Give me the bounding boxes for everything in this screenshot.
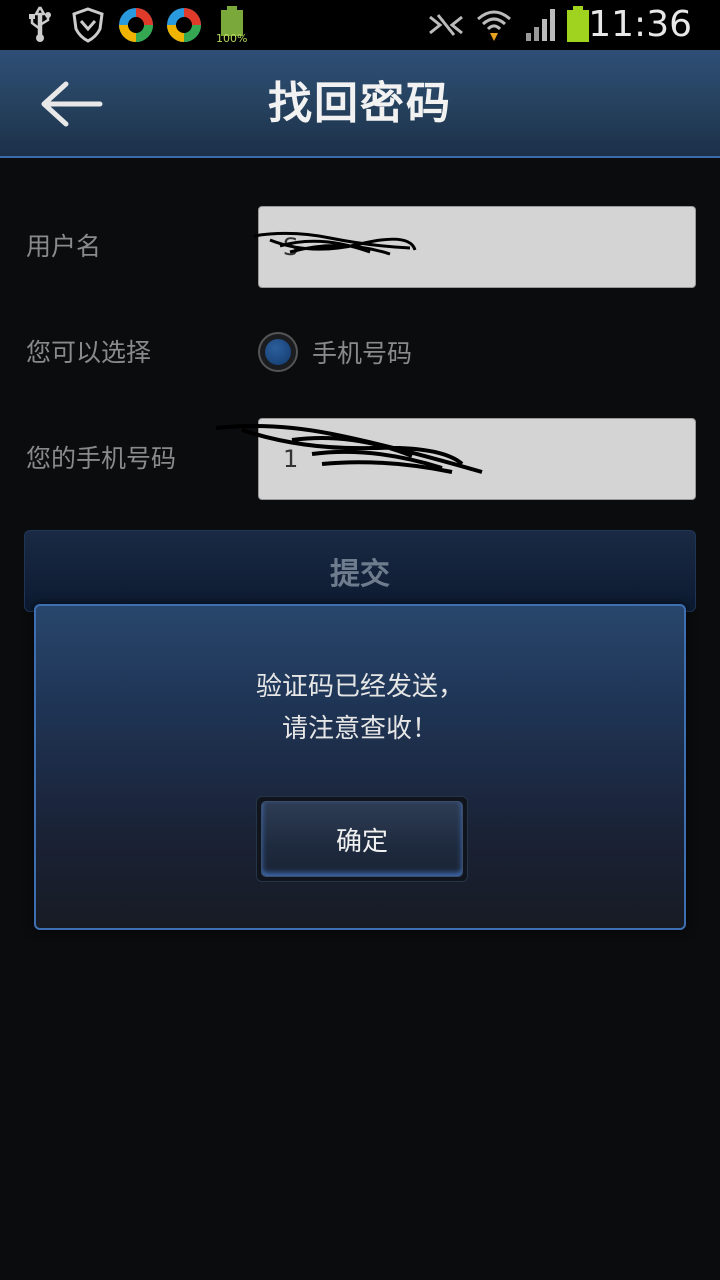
alert-dialog: 验证码已经发送， 请注意查收！ 确定 [34,604,686,930]
username-value: S [283,233,299,261]
phone-radio-option[interactable]: 手机号码 [258,332,412,372]
page-title: 找回密码 [268,78,452,129]
dialog-message: 验证码已经发送， 请注意查收！ [36,666,684,750]
phone-label: 您的手机号码 [26,444,177,473]
nfc-icon [429,14,463,36]
shield-icon [72,7,104,43]
phone-value: 1 [283,445,299,473]
clock: 11:36 [588,4,692,45]
choice-label: 您可以选择 [26,338,152,367]
signal-icon [526,9,555,41]
app-circle-icon [167,8,201,42]
radio-label: 手机号码 [312,339,413,368]
submit-button[interactable]: 提交 [24,530,696,612]
phone-input[interactable]: 1 [258,418,696,500]
radio-selected-dot [265,339,291,365]
dialog-message-line1: 验证码已经发送， [255,672,464,702]
header-bar: 找回密码 [0,50,720,158]
usb-icon [29,6,51,42]
ok-button-frame: 确定 [256,796,468,882]
dialog-message-line2: 请注意查收！ [281,714,438,744]
status-bar: 100% 11:36 [0,0,720,50]
wifi-icon [477,10,511,41]
radio-button[interactable] [258,332,298,372]
ok-button[interactable]: 确定 [261,801,463,877]
battery-percent: 100% [216,32,248,45]
username-label: 用户名 [26,232,102,261]
username-input[interactable]: S [258,206,696,288]
app-circle-icon [119,8,153,42]
